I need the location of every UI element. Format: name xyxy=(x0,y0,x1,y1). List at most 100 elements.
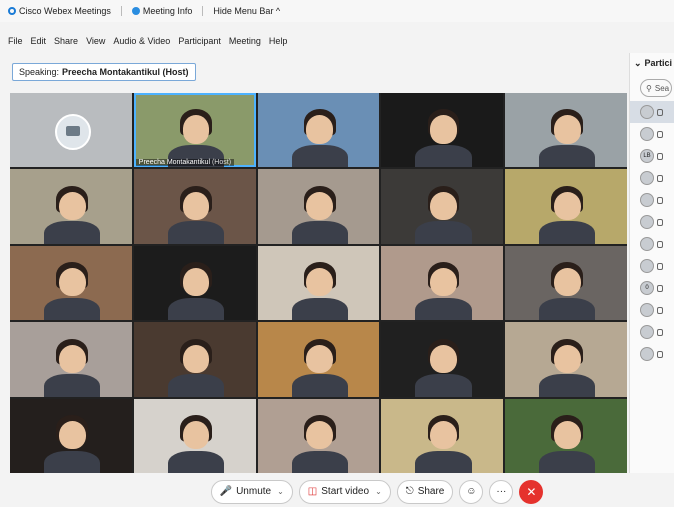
share-icon: ⎋ xyxy=(405,486,414,497)
video-tile[interactable] xyxy=(10,93,132,168)
video-tile[interactable]: Preecha Montakantikul (Host) xyxy=(133,93,256,168)
menu-item-participant[interactable]: Participant xyxy=(178,36,221,46)
participant-face xyxy=(430,191,457,220)
video-tile[interactable] xyxy=(257,398,380,473)
menu-item-edit[interactable]: Edit xyxy=(31,36,47,46)
microphone-icon xyxy=(657,306,663,314)
video-tile[interactable] xyxy=(505,245,627,321)
participant-list-item[interactable] xyxy=(630,343,674,365)
video-tile[interactable] xyxy=(381,322,504,397)
chevron-down-icon[interactable]: ⌄ xyxy=(277,487,284,496)
video-tile[interactable] xyxy=(505,322,627,397)
hide-menu-label: Hide Menu Bar ^ xyxy=(213,6,281,16)
participant-face xyxy=(58,191,86,220)
participant-face xyxy=(58,268,86,297)
participant-list-item[interactable] xyxy=(630,255,674,277)
participant-face xyxy=(306,191,334,220)
video-tile[interactable] xyxy=(10,169,132,244)
video-tile[interactable] xyxy=(133,169,256,244)
share-button[interactable]: ⎋ Share xyxy=(396,479,454,504)
participant-face xyxy=(58,420,86,450)
more-options-button[interactable]: ··· xyxy=(489,479,514,504)
video-tile[interactable] xyxy=(505,93,627,168)
participant-body xyxy=(539,221,596,244)
participant-list-item[interactable] xyxy=(630,123,674,145)
avatar xyxy=(640,193,654,207)
participant-list: LB 0 xyxy=(630,101,674,365)
app-title[interactable]: Cisco Webex Meetings xyxy=(8,6,111,16)
menu-item-help[interactable]: Help xyxy=(269,36,288,46)
menu-bar: File Edit Share View Audio & Video Participan… xyxy=(0,33,674,49)
video-tile[interactable] xyxy=(133,322,256,397)
participant-face xyxy=(430,115,457,144)
reactions-button[interactable]: ☺ xyxy=(459,479,484,504)
video-tile[interactable] xyxy=(505,398,627,473)
search-icon: ⚲ xyxy=(646,83,652,93)
participant-list-item[interactable] xyxy=(630,189,674,211)
participant-face xyxy=(306,344,334,373)
video-tile[interactable] xyxy=(381,169,504,244)
more-icon: ··· xyxy=(496,486,507,497)
video-grid: Preecha Montakantikul (Host) xyxy=(10,93,627,473)
video-tile[interactable] xyxy=(381,245,504,321)
participant-body xyxy=(44,297,101,321)
leave-meeting-button[interactable]: ✕ xyxy=(519,479,544,504)
participant-list-item[interactable] xyxy=(630,321,674,343)
participant-search-input[interactable]: ⚲ Sea xyxy=(640,79,672,97)
active-speaker-indicator: Speaking: Preecha Montakantikul (Host) xyxy=(12,63,196,81)
participant-list-item[interactable] xyxy=(630,167,674,189)
menu-item-audio-video[interactable]: Audio & Video xyxy=(113,36,170,46)
participant-face xyxy=(553,268,581,297)
participant-list-item[interactable] xyxy=(630,211,674,233)
participant-body xyxy=(415,145,472,168)
meeting-info-button[interactable]: Meeting Info xyxy=(131,6,192,16)
participant-list-item[interactable] xyxy=(630,299,674,321)
participants-panel-header[interactable]: ⌄ Partici xyxy=(630,53,674,73)
microphone-icon xyxy=(657,240,663,248)
participant-body xyxy=(539,145,596,168)
microphone-icon xyxy=(657,130,663,138)
unmute-button[interactable]: 🎤 Unmute ⌄ xyxy=(210,479,293,504)
chevron-down-icon[interactable]: ⌄ xyxy=(375,487,382,496)
participant-body xyxy=(415,450,472,473)
video-tile[interactable] xyxy=(133,398,256,473)
participant-list-item[interactable]: 0 xyxy=(630,277,674,299)
video-tile[interactable] xyxy=(10,245,132,321)
video-tile[interactable] xyxy=(257,93,380,168)
participant-list-item[interactable]: LB xyxy=(630,145,674,167)
menu-item-file[interactable]: File xyxy=(8,36,23,46)
start-video-button[interactable]: ◫ Start video ⌄ xyxy=(298,479,391,504)
participant-face xyxy=(182,268,210,297)
participant-body xyxy=(167,374,224,397)
video-off-icon: ◫ xyxy=(307,486,318,497)
video-tile[interactable] xyxy=(505,169,627,244)
participant-body xyxy=(415,221,472,244)
microphone-icon xyxy=(657,152,663,160)
participant-list-item[interactable] xyxy=(630,101,674,123)
video-tile[interactable] xyxy=(381,398,504,473)
participant-list-item[interactable] xyxy=(630,233,674,255)
title-bar: Cisco Webex Meetings Meeting Info Hide M… xyxy=(0,0,674,22)
menu-item-share[interactable]: Share xyxy=(54,36,78,46)
video-tile[interactable] xyxy=(10,322,132,397)
menu-item-view[interactable]: View xyxy=(86,36,105,46)
menu-item-meeting[interactable]: Meeting xyxy=(229,36,261,46)
participant-body xyxy=(291,297,348,321)
participant-face xyxy=(553,191,581,220)
muted-microphone-icon: 🎤 xyxy=(219,486,233,497)
participant-face xyxy=(553,420,581,450)
avatar xyxy=(640,105,654,119)
microphone-icon xyxy=(657,284,663,292)
participant-body xyxy=(44,450,101,473)
hide-menu-bar-button[interactable]: Hide Menu Bar ^ xyxy=(213,6,280,16)
video-tile[interactable] xyxy=(257,245,380,321)
video-tile[interactable] xyxy=(257,169,380,244)
video-tile[interactable] xyxy=(257,322,380,397)
close-icon: ✕ xyxy=(526,484,537,499)
microphone-icon xyxy=(657,108,663,116)
microphone-icon xyxy=(657,174,663,182)
video-tile[interactable] xyxy=(381,93,504,168)
video-tile[interactable] xyxy=(133,245,256,321)
video-tile[interactable] xyxy=(10,398,132,473)
start-video-label: Start video xyxy=(321,486,370,497)
